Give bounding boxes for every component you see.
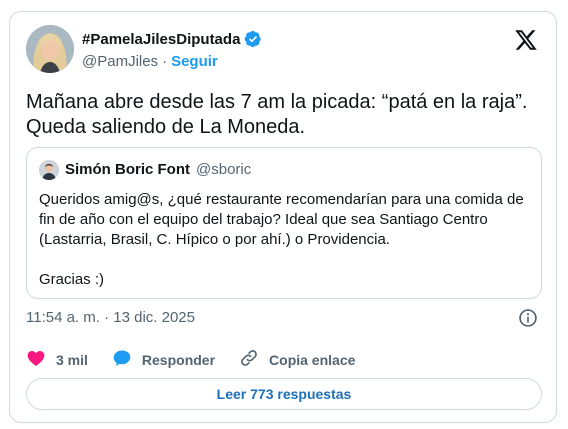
- quoted-tweet[interactable]: Simón Boric Font @sboric Queridos amig@s…: [26, 147, 542, 299]
- tweet-text: Mañana abre desde las 7 am la picada: “p…: [26, 90, 546, 140]
- quoted-text-line: Queridos amig@s, ¿qué restaurante recome…: [39, 191, 524, 208]
- reply-bubble-icon: [112, 348, 132, 371]
- quoted-author-handle: @sboric: [196, 161, 252, 178]
- handle-separator: ·: [162, 53, 168, 70]
- heart-icon: [26, 348, 46, 371]
- info-icon[interactable]: [518, 308, 538, 328]
- reply-button[interactable]: Responder: [112, 348, 215, 371]
- quoted-text-closing: Gracias :): [39, 271, 105, 288]
- tweet-timestamp[interactable]: 11:54 a. m. · 13 dic. 2025: [26, 309, 195, 326]
- tweet-text-line: Queda saliendo de La Moneda.: [26, 116, 306, 138]
- verified-badge-icon: [244, 30, 262, 48]
- author-display-name[interactable]: #PamelaJilesDiputada: [82, 31, 240, 48]
- quoted-author-name: Simón Boric Font: [65, 161, 190, 178]
- author-avatar[interactable]: [26, 25, 74, 73]
- copy-link-button[interactable]: Copia enlace: [239, 348, 355, 371]
- author-handle-row: @PamJiles · Seguir: [82, 53, 218, 70]
- like-button[interactable]: 3 mil: [26, 348, 88, 371]
- author-name-row: #PamelaJilesDiputada: [82, 30, 262, 48]
- tweet-actions: 3 mil Responder Copia enlace: [26, 348, 379, 371]
- embedded-tweet-card: #PamelaJilesDiputada @PamJiles · Seguir …: [9, 11, 557, 423]
- quoted-tweet-text: Queridos amig@s, ¿qué restaurante recome…: [39, 190, 531, 290]
- quoted-author-avatar: [39, 160, 59, 180]
- quoted-author-row: Simón Boric Font @sboric: [65, 161, 251, 178]
- read-replies-button[interactable]: Leer 773 respuestas: [26, 378, 542, 410]
- quoted-text-line: fin de año con el equipo del trabajo? Id…: [39, 211, 488, 228]
- link-icon: [239, 348, 259, 371]
- like-count: 3 mil: [56, 351, 88, 368]
- x-logo-icon[interactable]: [514, 28, 538, 52]
- copy-link-label: Copia enlace: [269, 351, 356, 368]
- quoted-text-line: (Lastarria, Brasil, C. Hípico o por ahí.…: [39, 231, 390, 248]
- follow-button[interactable]: Seguir: [171, 53, 218, 70]
- tweet-text-line: Mañana abre desde las 7 am la picada: “p…: [26, 91, 528, 113]
- author-handle[interactable]: @PamJiles: [82, 53, 158, 70]
- reply-label: Responder: [141, 351, 216, 368]
